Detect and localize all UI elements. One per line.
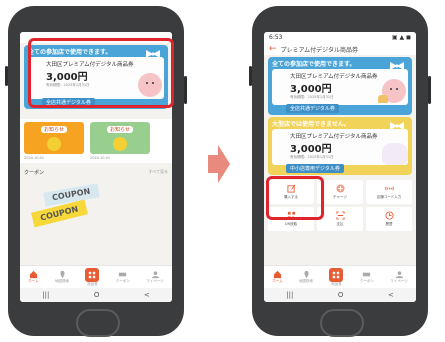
map-pin-icon bbox=[304, 270, 309, 279]
clock-icon bbox=[384, 211, 394, 220]
status-time: 6:53 bbox=[269, 34, 283, 41]
tab-label: クーポン bbox=[359, 279, 374, 283]
tab-label: ホーム bbox=[272, 279, 283, 283]
store-code-button[interactable]: 店舗コード入力 bbox=[366, 180, 412, 204]
grid-label: 店舗コード入力 bbox=[376, 195, 402, 199]
back-nav-button[interactable]: < bbox=[388, 291, 394, 299]
home-nav-button[interactable]: O bbox=[338, 291, 344, 299]
recent-apps-button[interactable]: ||| bbox=[42, 291, 49, 299]
right-phone-power-button bbox=[428, 76, 431, 104]
voucher-highlight-box bbox=[28, 38, 174, 108]
mascot-chick-icon bbox=[47, 137, 61, 151]
notice-card[interactable]: お知らせ 2024.10.01 bbox=[24, 122, 84, 160]
right-phone-screen: 6:53 ▣ ▲ ◼ ← プレミアム付デジタル商品券 全ての参加店で使用できます… bbox=[264, 32, 416, 302]
qr-icon bbox=[329, 267, 344, 282]
purchase-highlight-box bbox=[266, 176, 324, 220]
tab-label: マイページ bbox=[146, 279, 164, 283]
tab-label: 商品券 bbox=[87, 281, 98, 286]
scan-icon bbox=[335, 211, 345, 220]
coupon-icon bbox=[363, 272, 371, 277]
notice-tag: お知らせ bbox=[41, 126, 67, 133]
voucher-badge: 全店共通デジタル券 bbox=[286, 104, 339, 113]
tab-label: クーポン bbox=[115, 279, 130, 283]
home-icon bbox=[273, 270, 282, 279]
voucher-name: 大田区プレミアム付デジタル商品券 bbox=[290, 134, 378, 140]
recent-apps-button[interactable]: ||| bbox=[286, 291, 293, 299]
history-button[interactable]: 履歴 bbox=[366, 207, 412, 231]
notice-date: 2024.10.01 bbox=[24, 156, 45, 160]
right-phone: 6:53 ▣ ▲ ◼ ← プレミアム付デジタル商品券 全ての参加店で使用できます… bbox=[249, 6, 431, 337]
tab-map[interactable]: 地図検索 bbox=[299, 270, 313, 284]
bottom-tab-bar: ホーム 地図検索 商品券 クーポン マイページ bbox=[20, 265, 172, 288]
tab-home[interactable]: ホーム bbox=[272, 270, 283, 284]
voucher-card-all-stores[interactable]: 全ての参加店で使用できます。 大田区プレミアム付デジタル商品券 3,000円 有… bbox=[268, 57, 412, 115]
code-icon bbox=[384, 186, 394, 191]
voucher-badge: 中小店専用デジタル券 bbox=[286, 164, 344, 173]
phone-home-button[interactable] bbox=[320, 309, 364, 337]
back-arrow-icon[interactable]: ← bbox=[269, 44, 277, 54]
notice-image: お知らせ bbox=[90, 122, 150, 154]
right-phone-volume-button bbox=[249, 66, 252, 86]
notice-card[interactable]: お知らせ 2024.10.01 bbox=[90, 122, 150, 160]
page-title: プレミアム付デジタル商品券 bbox=[280, 46, 359, 54]
phone-home-button[interactable] bbox=[76, 309, 120, 337]
mascot-unicorn-icon bbox=[382, 143, 408, 165]
system-nav-bar: ||| O < bbox=[20, 288, 172, 302]
tab-label: 地図検索 bbox=[55, 279, 70, 283]
tab-voucher[interactable]: 商品券 bbox=[329, 267, 344, 287]
coupon-section-header: クーポン すべて見る bbox=[20, 163, 172, 178]
coupon-icon bbox=[119, 272, 127, 277]
coupon-banner[interactable]: COUPON COUPON bbox=[24, 178, 168, 238]
grid-label: QR読取 bbox=[284, 222, 298, 226]
arrow-right-icon bbox=[208, 145, 230, 183]
tab-voucher[interactable]: 商品券 bbox=[85, 267, 100, 287]
tab-label: 地図検索 bbox=[299, 279, 314, 283]
pudding-icon bbox=[378, 95, 388, 103]
home-icon bbox=[29, 270, 38, 279]
tab-label: 商品券 bbox=[331, 281, 342, 286]
map-pin-icon bbox=[60, 270, 65, 279]
left-phone-power-button bbox=[184, 76, 187, 104]
back-nav-button[interactable]: < bbox=[144, 291, 150, 299]
plus-icon bbox=[335, 184, 345, 193]
tab-map[interactable]: 地図検索 bbox=[55, 270, 69, 284]
status-bar: 6:53 ▣ ▲ ◼ bbox=[264, 32, 416, 43]
system-nav-bar: ||| O < bbox=[264, 288, 416, 302]
user-icon bbox=[151, 271, 159, 279]
tab-label: マイページ bbox=[390, 279, 408, 283]
notice-tag: お知らせ bbox=[107, 126, 133, 133]
notice-image: お知らせ bbox=[24, 122, 84, 154]
coupon-see-all-link[interactable]: すべて見る bbox=[148, 169, 168, 176]
tab-label: ホーム bbox=[28, 279, 39, 283]
tab-coupon[interactable]: クーポン bbox=[116, 270, 130, 284]
coupon-section-title: クーポン bbox=[24, 170, 45, 176]
tab-coupon[interactable]: クーポン bbox=[360, 270, 374, 284]
left-phone-volume-button bbox=[5, 66, 8, 86]
tab-home[interactable]: ホーム bbox=[28, 270, 39, 284]
app-header: ← プレミアム付デジタル商品券 bbox=[264, 43, 416, 55]
tab-mypage[interactable]: マイページ bbox=[390, 270, 408, 284]
grid-label: 支払 bbox=[336, 222, 344, 226]
user-icon bbox=[395, 271, 403, 279]
tab-mypage[interactable]: マイページ bbox=[146, 270, 164, 284]
notice-date: 2024.10.01 bbox=[90, 156, 111, 160]
voucher-name: 大田区プレミアム付デジタル商品券 bbox=[290, 74, 378, 80]
home-nav-button[interactable]: O bbox=[94, 291, 100, 299]
status-icons: ▣ ▲ ◼ bbox=[391, 34, 411, 41]
bottom-tab-bar: ホーム 地図検索 商品券 クーポン マイページ bbox=[264, 265, 416, 288]
voucher-card-small-stores[interactable]: 大型店では使用できません。 大田区プレミアム付デジタル商品券 3,000円 有効… bbox=[268, 117, 412, 175]
mascot-chick-icon bbox=[113, 137, 127, 151]
grid-label: 履歴 bbox=[385, 222, 393, 226]
qr-icon bbox=[85, 267, 100, 282]
notices-section: お知らせ 2024.10.01 お知らせ 2024.10.01 bbox=[20, 119, 172, 163]
grid-label: チャージ bbox=[333, 195, 347, 199]
